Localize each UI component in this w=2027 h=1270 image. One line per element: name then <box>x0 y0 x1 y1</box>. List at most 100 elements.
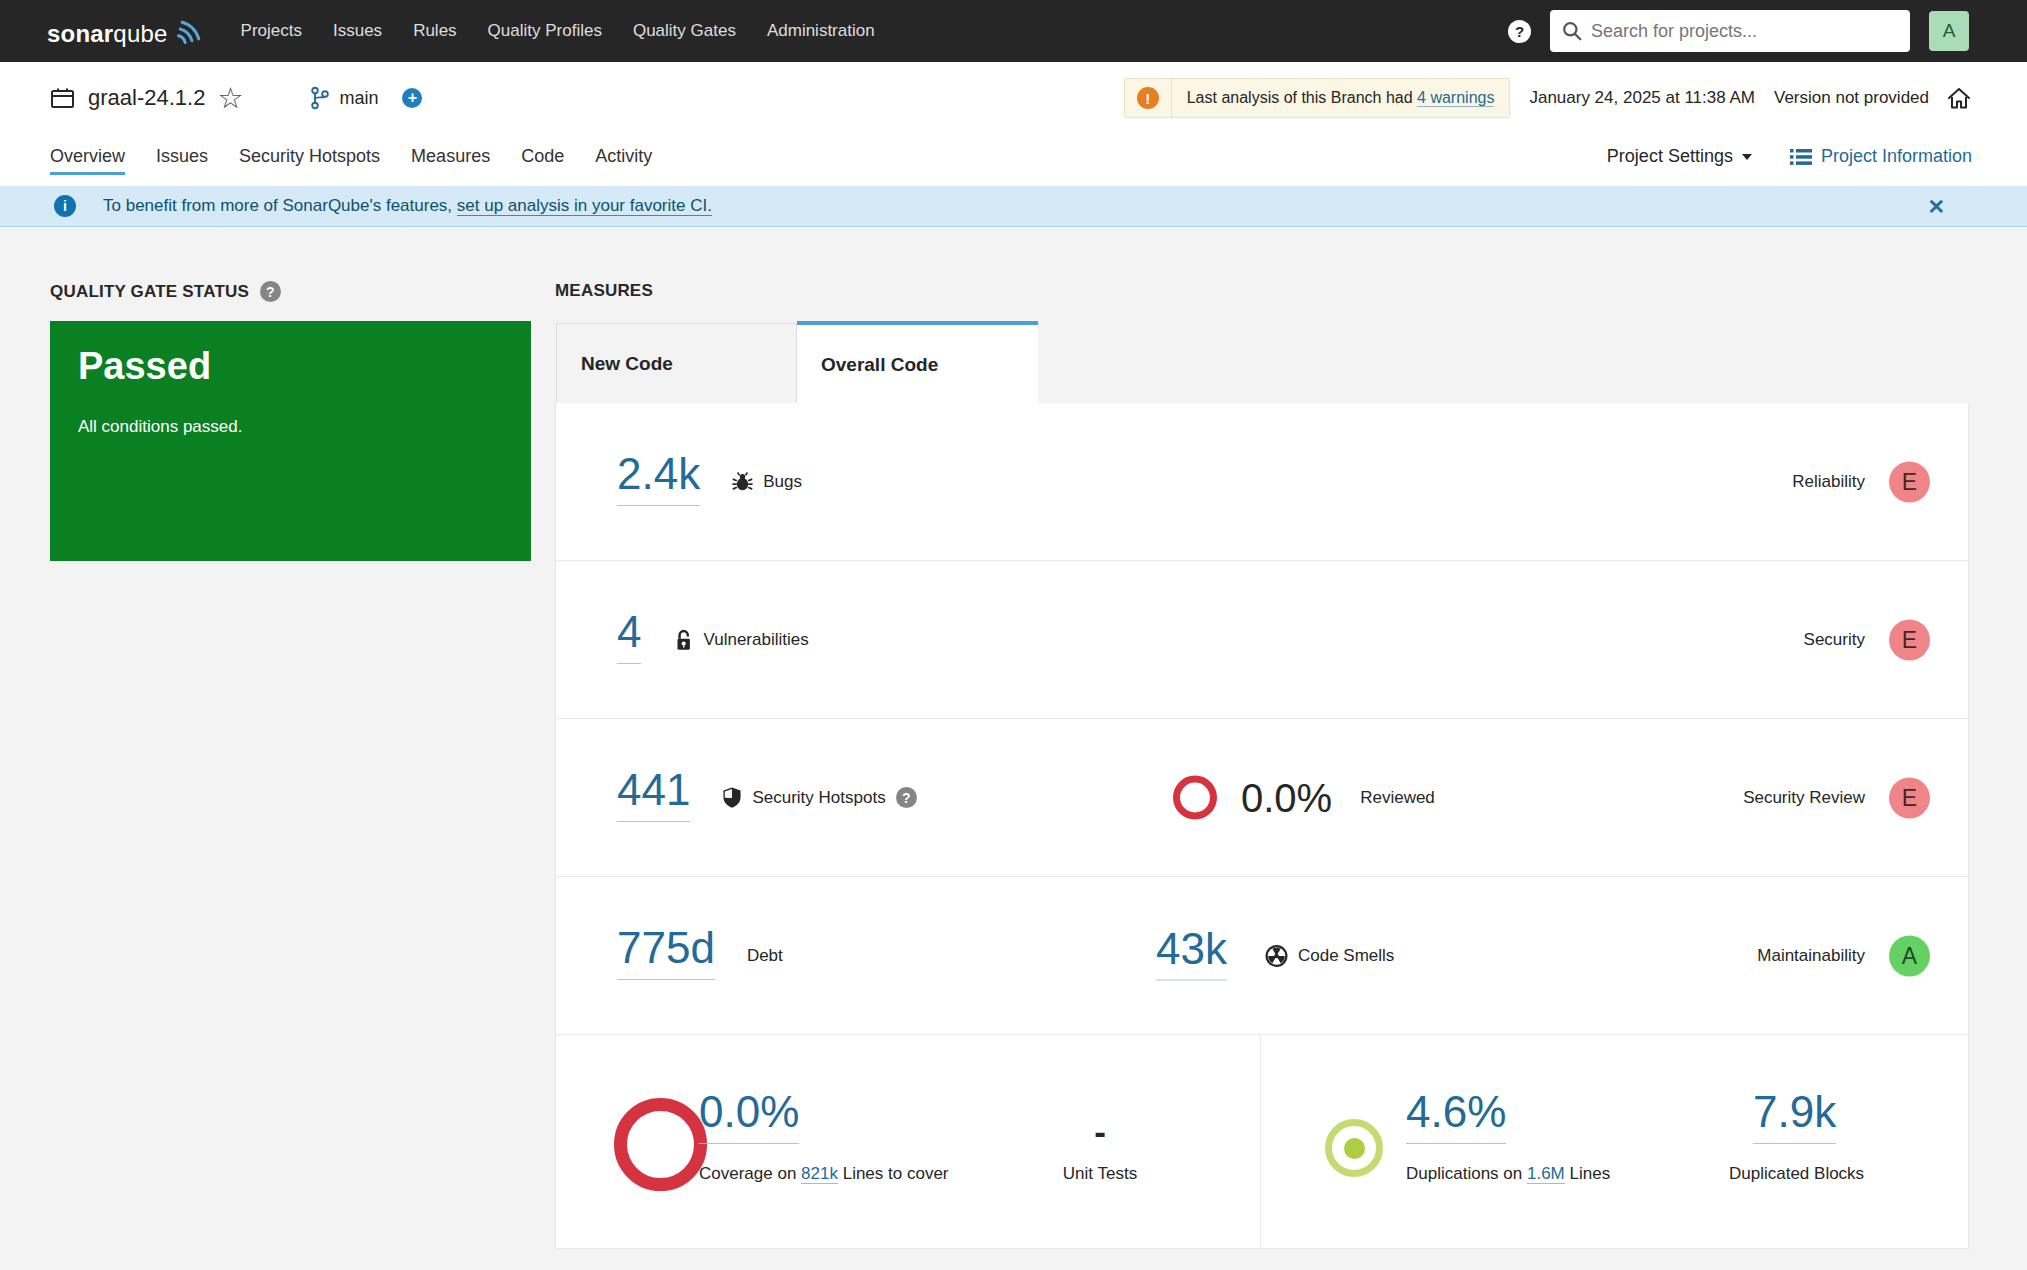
debt-label: Debt <box>747 946 783 966</box>
duplications-cell: 4.6% Duplications on 1.6M Lines 7.9k Dup… <box>1261 1035 1968 1248</box>
nav-item-administration[interactable]: Administration <box>767 21 875 41</box>
list-icon <box>1790 148 1812 166</box>
shield-icon <box>722 787 742 809</box>
nav-item-quality-profiles[interactable]: Quality Profiles <box>488 21 602 41</box>
logo-text-bold: sonar <box>47 20 113 48</box>
duplicated-blocks-label: Duplicated Blocks <box>1729 1164 1864 1184</box>
code-smells-label: Code Smells <box>1298 946 1394 966</box>
bug-icon <box>732 471 753 492</box>
tab-issues[interactable]: Issues <box>156 146 208 180</box>
security-hotspots-help-icon[interactable]: ? <box>896 787 917 808</box>
tab-activity[interactable]: Activity <box>595 146 652 180</box>
help-icon[interactable]: ? <box>1508 20 1531 43</box>
reviewed-label: Reviewed <box>1360 788 1435 808</box>
quality-gate-help-icon[interactable]: ? <box>260 281 281 302</box>
duplicated-blocks-link[interactable]: 7.9k <box>1753 1095 1836 1144</box>
quality-gate-status: Passed <box>78 345 503 388</box>
avatar[interactable]: A <box>1929 11 1969 51</box>
banner-ci-link[interactable]: set up analysis in your favorite CI. <box>457 196 712 216</box>
coverage-percent-link[interactable]: 0.0% <box>699 1095 799 1144</box>
security-review-rating-badge: E <box>1889 777 1930 818</box>
add-branch-icon[interactable]: + <box>402 88 422 108</box>
tab-measures[interactable]: Measures <box>411 146 490 180</box>
search-input[interactable] <box>1591 21 1898 42</box>
measures-card: 2.4k Bugs Reliability E 4 Vulnerabilitie… <box>555 403 1969 1249</box>
code-smells-icon <box>1265 944 1288 967</box>
project-settings-dropdown[interactable]: Project Settings <box>1607 146 1752 167</box>
project-name: graal-24.1.2 <box>88 85 205 111</box>
unit-tests-label: Unit Tests <box>1054 1164 1146 1184</box>
project-settings-label: Project Settings <box>1607 146 1733 167</box>
warning-text: Last analysis of this Branch had <box>1187 89 1417 106</box>
reviewed-ring-icon <box>1173 776 1217 820</box>
tab-code[interactable]: Code <box>521 146 564 180</box>
chevron-down-icon <box>1742 154 1752 160</box>
info-icon: i <box>54 195 76 217</box>
banner-text: To benefit from more of SonarQube's feat… <box>103 196 457 215</box>
tab-overview[interactable]: Overview <box>50 146 125 180</box>
debt-link[interactable]: 775d <box>617 931 715 980</box>
project-information-link[interactable]: Project Information <box>1790 146 1972 167</box>
project-header: graal-24.1.2 ☆ main + ! Last analysis of… <box>0 62 2027 186</box>
analysis-warning: ! Last analysis of this Branch had 4 war… <box>1124 78 1511 118</box>
duplications-label-suffix: Lines <box>1565 1164 1610 1183</box>
project-icon <box>50 86 75 110</box>
tab-security-hotspots[interactable]: Security Hotspots <box>239 146 380 180</box>
measure-row-bugs: 2.4k Bugs Reliability E <box>556 403 1968 561</box>
security-hotspots-count-link[interactable]: 441 <box>617 773 690 822</box>
tab-overall-code[interactable]: Overall Code <box>797 321 1038 405</box>
duplications-ring-icon <box>1325 1119 1383 1177</box>
duplicated-lines-link[interactable]: 1.6M <box>1527 1164 1565 1184</box>
quality-gate-title: QUALITY GATE STATUS ? <box>50 281 281 302</box>
measure-row-vulnerabilities: 4 Vulnerabilities Security E <box>556 561 1968 719</box>
nav-item-issues[interactable]: Issues <box>333 21 382 41</box>
quality-gate-status-card: Passed All conditions passed. <box>50 321 531 561</box>
reviewed-percent[interactable]: 0.0% <box>1241 775 1332 820</box>
nav-menu: Projects Issues Rules Quality Profiles Q… <box>241 21 875 41</box>
tab-new-code[interactable]: New Code <box>556 323 797 404</box>
lock-icon <box>673 629 693 651</box>
logo-text: qube <box>113 20 167 48</box>
nav-item-projects[interactable]: Projects <box>241 21 302 41</box>
maintainability-label: Maintainability <box>1757 946 1865 966</box>
analysis-date: January 24, 2025 at 11:38 AM <box>1529 88 1755 108</box>
coverage-ring-icon <box>614 1098 707 1191</box>
reliability-label: Reliability <box>1792 472 1865 492</box>
search-icon <box>1562 21 1582 41</box>
search-box[interactable] <box>1550 10 1910 52</box>
measure-row-security-hotspots: 441 Security Hotspots ? 0.0% Reviewed Se… <box>556 719 1968 877</box>
duplications-percent-link[interactable]: 4.6% <box>1406 1095 1506 1144</box>
unit-tests-value: - <box>1054 1112 1146 1152</box>
duplications-label-prefix: Duplications on <box>1406 1164 1527 1183</box>
branch-name[interactable]: main <box>339 88 378 109</box>
security-hotspots-label: Security Hotspots <box>752 788 885 808</box>
bugs-count-link[interactable]: 2.4k <box>617 457 700 506</box>
sonarqube-logo[interactable]: sonarqube <box>47 14 203 48</box>
coverage-label-suffix: Lines to cover <box>838 1164 949 1183</box>
quality-gate-subtitle: All conditions passed. <box>78 417 503 437</box>
warning-icon: ! <box>1137 87 1159 109</box>
security-rating-badge: E <box>1889 619 1930 660</box>
coverage-cell: 0.0% Coverage on 821k Lines to cover - U… <box>556 1035 1261 1248</box>
warnings-link[interactable]: 4 warnings <box>1417 89 1494 107</box>
sonarqube-waves-icon <box>173 18 203 46</box>
security-review-label: Security Review <box>1743 788 1865 808</box>
vulnerabilities-label: Vulnerabilities <box>703 630 808 650</box>
security-label: Security <box>1804 630 1865 650</box>
favorite-star-icon[interactable]: ☆ <box>217 84 243 113</box>
measures-title-text: MEASURES <box>555 281 653 301</box>
coverage-label-prefix: Coverage on <box>699 1164 801 1183</box>
bugs-label: Bugs <box>763 472 802 492</box>
project-tabs: Overview Issues Security Hotspots Measur… <box>50 146 652 180</box>
vulnerabilities-count-link[interactable]: 4 <box>617 615 641 664</box>
maintainability-rating-badge: A <box>1889 935 1930 976</box>
lines-to-cover-link[interactable]: 821k <box>801 1164 838 1184</box>
code-smells-count-link[interactable]: 43k <box>1156 931 1227 980</box>
quality-gate-title-text: QUALITY GATE STATUS <box>50 282 249 302</box>
reliability-rating-badge: E <box>1889 461 1930 502</box>
banner-close-icon[interactable]: ✕ <box>1927 195 1945 219</box>
nav-item-quality-gates[interactable]: Quality Gates <box>633 21 736 41</box>
nav-item-rules[interactable]: Rules <box>413 21 456 41</box>
home-icon[interactable] <box>1946 86 1972 111</box>
ci-banner: i To benefit from more of SonarQube's fe… <box>0 186 2027 227</box>
